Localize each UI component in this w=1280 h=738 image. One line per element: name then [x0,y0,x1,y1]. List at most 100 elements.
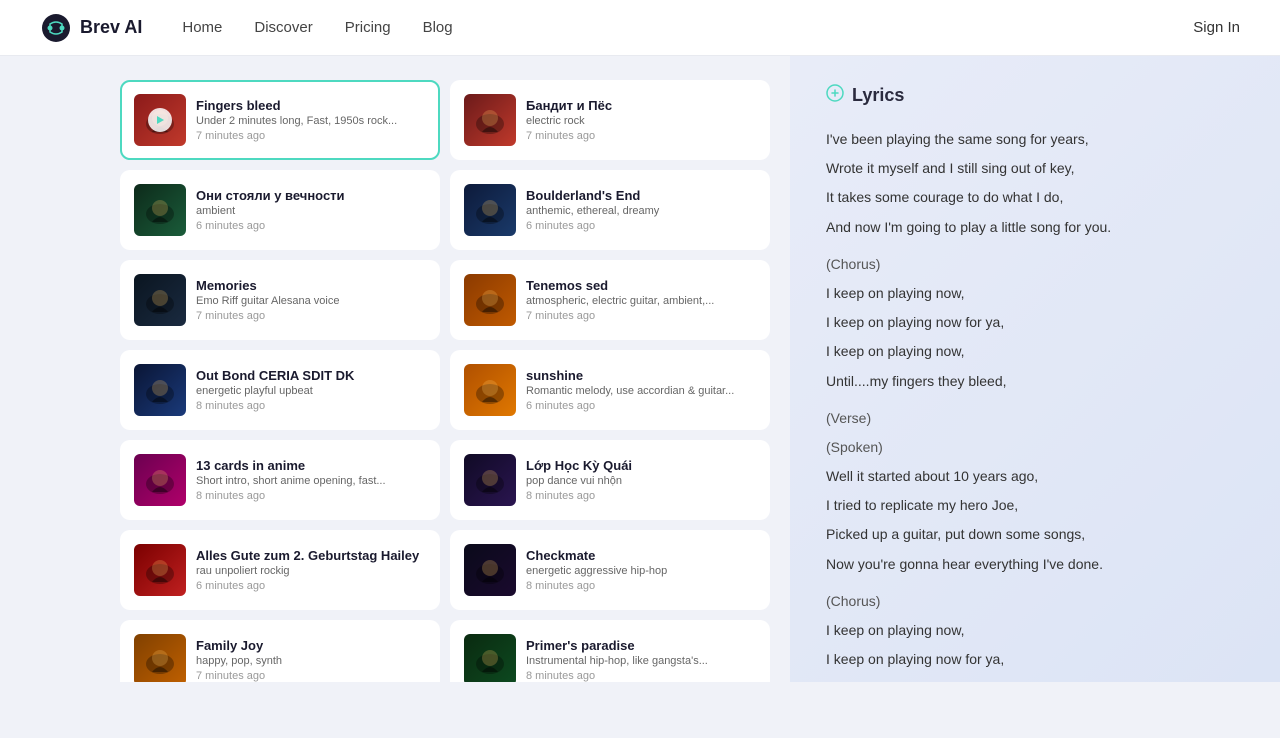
song-time: 8 minutes ago [196,400,426,412]
song-thumbnail [134,634,186,682]
lyrics-panel: Lyrics I've been playing the same song f… [790,56,1280,682]
song-info: Lớp Học Kỳ Quáipop dance vui nhộn8 minut… [526,458,756,502]
song-title: Lớp Học Kỳ Quái [526,458,756,473]
lyrics-body: I've been playing the same song for year… [826,127,1244,682]
song-description: Short intro, short anime opening, fast..… [196,475,426,487]
song-thumbnail [464,94,516,146]
song-title: Memories [196,278,426,293]
lyrics-section-label: (Chorus) [826,589,1244,614]
song-title: Out Bond CERIA SDIT DK [196,368,426,383]
song-title: 13 cards in anime [196,458,426,473]
song-time: 6 minutes ago [526,400,756,412]
song-title: Family Joy [196,638,426,653]
song-time: 6 minutes ago [196,580,426,592]
song-info: 13 cards in anime Short intro, short anim… [196,458,426,502]
song-info: Tenemos sed atmospheric, electric guitar,… [526,278,756,322]
lyrics-line: I tried to replicate my hero Joe, [826,493,1244,518]
song-thumbnail [464,634,516,682]
song-description: Instrumental hip-hop, like gangsta's... [526,655,756,667]
lyrics-section-label: (Spoken) [826,435,1244,460]
play-button[interactable] [148,108,172,132]
nav-pricing[interactable]: Pricing [345,19,391,36]
lyrics-title: Lyrics [852,85,904,106]
lyrics-line: Well it started about 10 years ago, [826,464,1244,489]
song-thumbnail [134,454,186,506]
song-title: Tenemos sed [526,278,756,293]
song-info: Они стояли у вечностиambient6 minutes ag… [196,188,426,232]
song-info: Checkmateenergetic aggressive hip-hop8 m… [526,548,756,592]
song-thumbnail [134,274,186,326]
song-thumbnail [134,364,186,416]
song-info: MemoriesEmo Riff guitar Alesana voice7 m… [196,278,426,322]
song-description: happy, pop, synth [196,655,426,667]
lyrics-header: Lyrics [826,84,1244,107]
nav-home[interactable]: Home [182,19,222,36]
song-card[interactable]: Tenemos sed atmospheric, electric guitar,… [450,260,770,340]
song-card[interactable]: MemoriesEmo Riff guitar Alesana voice7 m… [120,260,440,340]
song-description: anthemic, ethereal, dreamy [526,205,756,217]
song-card[interactable]: Бандит и Пёсelectric rock7 minutes ago [450,80,770,160]
song-card[interactable]: Out Bond CERIA SDIT DK energetic playful … [120,350,440,430]
song-thumbnail [464,544,516,596]
song-description: electric rock [526,115,756,127]
nav-blog[interactable]: Blog [423,19,453,36]
nav-discover[interactable]: Discover [254,19,312,36]
song-info: Alles Gute zum 2. Geburtstag Haileyrau u… [196,548,426,592]
navbar: Brev AI Home Discover Pricing Blog Sign … [0,0,1280,56]
lyrics-line: I keep on playing now, [826,618,1244,643]
song-card[interactable]: 13 cards in anime Short intro, short anim… [120,440,440,520]
sign-in-button[interactable]: Sign In [1193,19,1240,36]
song-info: Бандит и Пёсelectric rock7 minutes ago [526,98,756,142]
song-description: atmospheric, electric guitar, ambient,..… [526,295,756,307]
song-card[interactable]: Family Joy happy, pop, synth 7 minutes ago [120,620,440,682]
song-thumbnail [464,184,516,236]
song-thumbnail [134,94,186,146]
song-card[interactable]: Они стояли у вечностиambient6 minutes ag… [120,170,440,250]
song-time: 7 minutes ago [526,310,756,322]
song-description: energetic playful upbeat [196,385,426,397]
lyrics-line: And now I'm going to play a little song … [826,215,1244,240]
song-card[interactable]: Alles Gute zum 2. Geburtstag Haileyrau u… [120,530,440,610]
song-title: Fingers bleed [196,98,426,113]
song-time: 8 minutes ago [526,490,756,502]
logo[interactable]: Brev AI [40,12,142,44]
nav-links: Home Discover Pricing Blog [182,19,1193,36]
lyrics-line: I keep on playing now, [826,676,1244,682]
song-grid: Fingers bleed Under 2 minutes long, Fast,… [120,80,770,682]
song-thumbnail [464,454,516,506]
song-time: 8 minutes ago [196,490,426,502]
song-time: 7 minutes ago [196,670,426,682]
song-title: Boulderland's End [526,188,756,203]
lyrics-section-label: (Chorus) [826,252,1244,277]
song-description: ambient [196,205,426,217]
song-description: Emo Riff guitar Alesana voice [196,295,426,307]
song-list-area: Fingers bleed Under 2 minutes long, Fast,… [0,56,790,682]
lyrics-icon [826,84,844,107]
song-thumbnail [134,544,186,596]
song-description: Romantic melody, use accordian & guitar.… [526,385,756,397]
song-card[interactable]: Checkmateenergetic aggressive hip-hop8 m… [450,530,770,610]
song-card[interactable]: Primer's paradiseInstrumental hip-hop, l… [450,620,770,682]
song-card[interactable]: Fingers bleed Under 2 minutes long, Fast,… [120,80,440,160]
song-description: Under 2 minutes long, Fast, 1950s rock..… [196,115,426,127]
main-content: Fingers bleed Under 2 minutes long, Fast,… [0,56,1280,682]
lyrics-line: I keep on playing now for ya, [826,310,1244,335]
song-title: Бандит и Пёс [526,98,756,113]
song-time: 6 minutes ago [526,220,756,232]
song-card[interactable]: Lớp Học Kỳ Quáipop dance vui nhộn8 minut… [450,440,770,520]
song-title: Alles Gute zum 2. Geburtstag Hailey [196,548,426,563]
logo-icon [40,12,72,44]
lyrics-line: I keep on playing now for ya, [826,647,1244,672]
song-card[interactable]: Boulderland's End anthemic, ethereal, dre… [450,170,770,250]
song-card[interactable]: sunshineRomantic melody, use accordian &… [450,350,770,430]
song-info: Family Joy happy, pop, synth 7 minutes ago [196,638,426,682]
lyrics-line: It takes some courage to do what I do, [826,185,1244,210]
song-time: 6 minutes ago [196,220,426,232]
song-thumbnail [464,274,516,326]
song-info: Boulderland's End anthemic, ethereal, dre… [526,188,756,232]
song-thumbnail [134,184,186,236]
lyrics-section-label: (Verse) [826,406,1244,431]
song-description: energetic aggressive hip-hop [526,565,756,577]
lyrics-line: Picked up a guitar, put down some songs, [826,522,1244,547]
song-info: Fingers bleed Under 2 minutes long, Fast,… [196,98,426,142]
